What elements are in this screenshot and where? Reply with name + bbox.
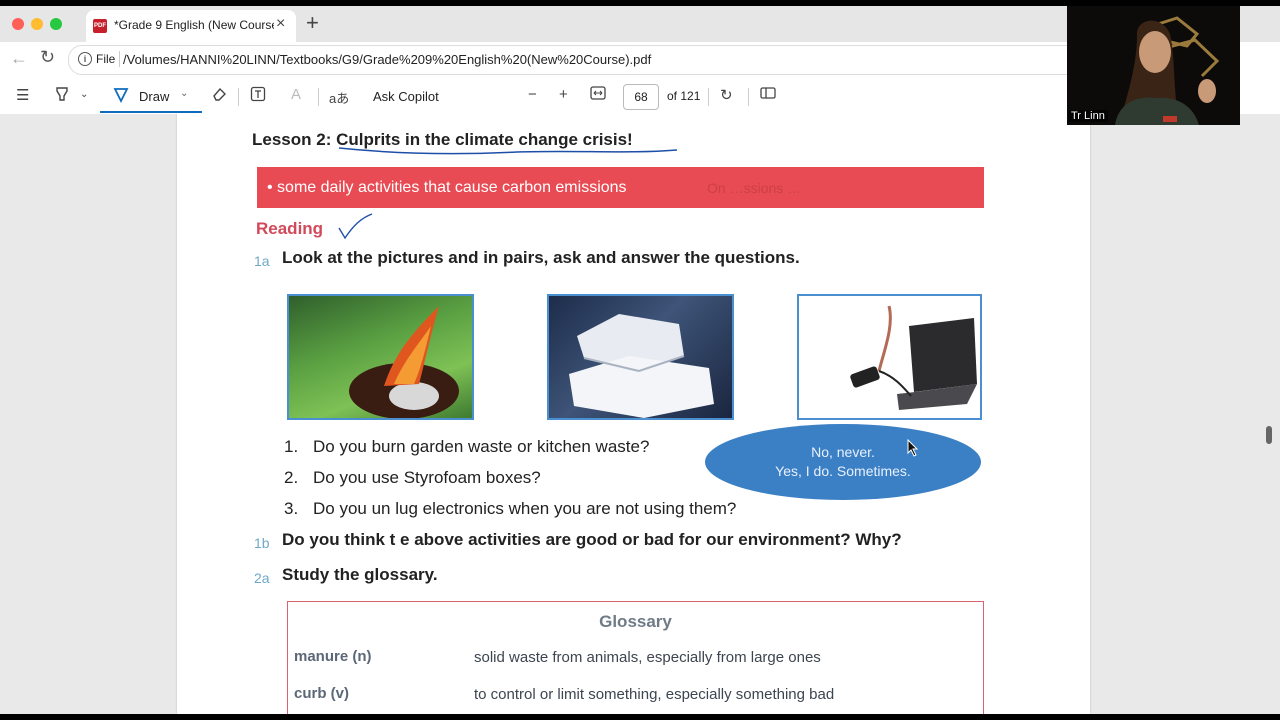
address-bar[interactable]: i File /Volumes/HANNI%20LINN/Textbooks/G… xyxy=(68,45,1080,75)
pdf-icon: PDF xyxy=(93,19,107,33)
text-box-icon[interactable] xyxy=(250,86,266,106)
question-number: 2a xyxy=(254,570,270,586)
ink-underline-annotation[interactable] xyxy=(337,142,682,158)
contents-list-icon[interactable]: ☰ xyxy=(16,86,29,104)
question-number: 1a xyxy=(254,253,270,269)
translate-icon[interactable]: aあ xyxy=(329,88,349,107)
address-file-label: File xyxy=(96,52,116,66)
draw-button[interactable]: Draw ⌄ xyxy=(100,81,202,113)
glossary-definition: to control or limit something, especiall… xyxy=(474,686,835,703)
highlighter-icon[interactable] xyxy=(54,86,70,106)
zoom-window-button[interactable] xyxy=(50,18,62,30)
zoom-in-icon[interactable]: + xyxy=(559,86,568,103)
zoom-out-icon[interactable]: − xyxy=(528,86,537,103)
list-item: 1. Do you burn garden waste or kitchen wa… xyxy=(284,437,649,457)
checkmark-annotation[interactable] xyxy=(335,212,375,242)
draw-pen-icon xyxy=(113,87,129,107)
address-divider xyxy=(119,51,120,67)
glossary-term: curb (v) xyxy=(294,685,350,702)
toolbar-divider xyxy=(238,88,239,106)
question-1a: Look at the pictures and in pairs, ask a… xyxy=(282,248,800,267)
list-number: 2. xyxy=(284,468,299,487)
participant-name: Tr Linn xyxy=(1068,110,1108,122)
read-aloud-icon[interactable]: A xyxy=(291,86,301,103)
question-number: 1b xyxy=(254,535,270,551)
bubble-answer-no: No, never. xyxy=(811,444,875,460)
address-url[interactable]: /Volumes/HANNI%20LINN/Textbooks/G9/Grade… xyxy=(123,52,651,67)
mouse-cursor-icon xyxy=(907,439,919,457)
list-text: Do you use Styrofoam boxes? xyxy=(313,468,541,487)
list-number: 3. xyxy=(284,499,299,518)
ask-copilot-button[interactable]: Ask Copilot xyxy=(373,89,439,104)
list-text: Do you un lug electronics when you are n… xyxy=(313,499,737,518)
webcam-overlay: Tr Linn xyxy=(1067,6,1240,125)
page-view-icon[interactable] xyxy=(760,86,776,104)
pdf-page: Lesson 2: Culprits in the climate change… xyxy=(177,114,1090,714)
question-1b: Do you think t e above activities are go… xyxy=(282,530,902,549)
glossary-definition: solid waste from animals, especially fro… xyxy=(474,649,821,666)
info-icon[interactable]: i xyxy=(78,52,92,66)
scrollbar-thumb[interactable] xyxy=(1266,426,1272,444)
reload-icon[interactable]: ↻ xyxy=(40,47,55,68)
laptop-charger-photo xyxy=(797,294,982,420)
list-text: Do you burn garden waste or kitchen wast… xyxy=(313,437,650,456)
back-arrow-icon[interactable]: ← xyxy=(10,48,28,69)
glossary-box: Glossary manure (n) solid waste from ani… xyxy=(287,601,984,714)
styrofoam-boxes-photo xyxy=(547,294,734,420)
speech-bubble: No, never. Yes, I do. Sometimes. xyxy=(705,424,981,500)
close-window-button[interactable] xyxy=(12,18,24,30)
list-item: 2. Do you use Styrofoam boxes? xyxy=(284,468,541,488)
glossary-term: manure (n) xyxy=(294,648,372,665)
rotate-icon[interactable]: ↻ xyxy=(720,86,733,104)
fit-page-icon[interactable] xyxy=(590,86,606,104)
glossary-title: Glossary xyxy=(599,612,672,631)
toolbar-divider xyxy=(748,88,749,106)
pdf-viewer[interactable]: Lesson 2: Culprits in the climate change… xyxy=(0,114,1280,714)
tab-pdf-document[interactable]: PDF *Grade 9 English (New Course). × xyxy=(86,10,296,42)
toolbar-divider xyxy=(708,88,709,106)
new-tab-button[interactable]: + xyxy=(306,10,319,36)
list-item: 3. Do you un lug electronics when you are… xyxy=(284,499,736,519)
chevron-down-icon[interactable]: ⌄ xyxy=(180,88,188,99)
objective-text: • some daily activities that cause carbo… xyxy=(267,179,627,196)
toolbar-divider xyxy=(318,88,319,106)
close-icon[interactable]: × xyxy=(276,15,285,33)
question-2a: Study the glossary. xyxy=(282,565,438,584)
eraser-icon[interactable] xyxy=(211,86,227,106)
burning-waste-photo xyxy=(287,294,474,420)
tab-title: *Grade 9 English (New Course). xyxy=(114,18,274,32)
draw-label: Draw xyxy=(139,89,170,104)
presenter-video xyxy=(1115,16,1220,125)
objective-ghost-text: On …ssions … xyxy=(707,180,802,196)
objective-band: • some daily activities that cause carbo… xyxy=(257,167,984,208)
page-total-label: of 121 xyxy=(667,89,701,103)
reading-heading: Reading xyxy=(256,219,324,238)
page-number-input[interactable]: 68 xyxy=(623,84,659,110)
list-number: 1. xyxy=(284,437,299,456)
bubble-answer-yes: Yes, I do. Sometimes. xyxy=(775,463,911,479)
chevron-down-icon[interactable]: ⌄ xyxy=(80,89,88,100)
minimize-window-button[interactable] xyxy=(31,18,43,30)
